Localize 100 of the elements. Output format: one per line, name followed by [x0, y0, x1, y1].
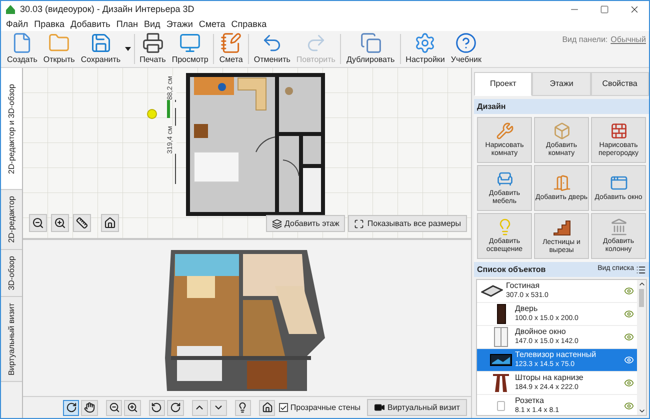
scroll-thumb[interactable]	[639, 289, 644, 307]
eye-icon[interactable]	[624, 401, 634, 411]
rotate-button[interactable]	[63, 400, 80, 416]
window-icon	[494, 327, 508, 347]
zoom-out-button[interactable]	[29, 214, 47, 232]
scrollbar[interactable]	[637, 280, 646, 415]
section-title: Список объектов	[477, 264, 546, 276]
window-icon	[610, 174, 628, 192]
menu-item[interactable]: План	[113, 18, 142, 32]
door-icon	[496, 304, 506, 324]
armchair-icon	[496, 170, 514, 188]
toolbar-button[interactable]: Настройки	[402, 31, 448, 67]
checkbox[interactable]	[279, 403, 288, 412]
panel-view-label: Вид панели:	[562, 34, 608, 46]
toolbar-button[interactable]: Отменить	[250, 31, 294, 67]
open-icon	[48, 32, 70, 54]
preview-icon	[179, 32, 202, 54]
maximize-icon	[600, 5, 608, 14]
panel-tab[interactable]: Свойства	[590, 72, 649, 96]
wrench-icon	[496, 122, 514, 140]
side-tab[interactable]: 2D-редактор	[1, 190, 22, 250]
ruler-icon	[76, 217, 88, 229]
lightbulb-button[interactable]	[234, 400, 251, 416]
toolbar-button[interactable]: Открыть	[40, 31, 78, 67]
rotate-icon	[66, 402, 77, 413]
eye-icon[interactable]	[624, 378, 634, 388]
eye-icon[interactable]	[624, 309, 634, 319]
tv-icon	[490, 354, 512, 366]
menu-item[interactable]: Этажи	[163, 18, 196, 32]
panel-tab[interactable]: Проект	[474, 72, 532, 96]
home-button[interactable]	[258, 400, 276, 416]
scroll-down-icon[interactable]	[638, 407, 646, 415]
zoom-out-icon	[108, 402, 120, 413]
chevron-up-button[interactable]	[192, 400, 208, 416]
menu-item[interactable]: Вид	[141, 18, 164, 32]
menu-item[interactable]: Добавить	[68, 18, 114, 32]
eye-icon[interactable]	[624, 332, 634, 342]
check-icon	[280, 404, 288, 412]
zoom-in-button[interactable]	[124, 400, 141, 416]
scroll-up-icon[interactable]	[638, 280, 646, 288]
close-icon	[628, 4, 640, 15]
menu-item[interactable]: Смета	[196, 18, 228, 32]
virtual-visit-button[interactable]: Виртуальный визит	[366, 399, 467, 416]
chevron-down-button[interactable]	[210, 400, 226, 416]
object-name: Гостиная	[506, 281, 541, 291]
hand-button[interactable]	[81, 400, 98, 416]
checkbox-label: Прозрачные стены	[290, 402, 361, 414]
video-camera-icon	[374, 402, 385, 413]
print-icon	[142, 32, 164, 54]
home-button[interactable]	[101, 214, 119, 232]
expand-icon	[354, 218, 364, 228]
object-name: Шторы на карнизе	[515, 373, 584, 383]
toolbar-button[interactable]: Просмотр	[168, 31, 212, 67]
plan-action-button[interactable]: Показывать все размеры	[348, 215, 467, 232]
rotate-right-button[interactable]	[167, 400, 184, 416]
toolbar-button[interactable]: Печать	[136, 31, 169, 67]
app-logo-icon	[5, 4, 16, 15]
hand-icon	[84, 402, 96, 413]
toolbar-button[interactable]: Создать	[4, 31, 40, 67]
panel-view-link[interactable]: Обычный	[610, 34, 646, 46]
window-title: 30.03 (видеоурок) - Дизайн Интерьера 3D	[20, 2, 194, 16]
object-name: Двойное окно	[515, 327, 567, 337]
zoom-in-icon	[54, 217, 66, 229]
toolbar-button[interactable]: Смета	[216, 31, 246, 67]
object-name: Телевизор настенный	[515, 350, 598, 360]
socket-icon	[497, 401, 505, 411]
box-icon	[552, 122, 570, 140]
zoom-out-button[interactable]	[106, 400, 122, 416]
menu-item[interactable]: Справка	[228, 18, 270, 32]
panel-tab[interactable]: Этажи	[532, 72, 591, 96]
estimate-icon	[220, 32, 242, 54]
section-header: Дизайн	[474, 99, 649, 114]
eye-icon[interactable]	[624, 286, 634, 296]
list-icon	[636, 264, 646, 274]
rotate-left-button[interactable]	[148, 400, 166, 416]
toolbar-button[interactable]: Сохранить	[78, 31, 124, 67]
object-name: Розетка	[515, 396, 545, 406]
help-icon	[455, 32, 478, 54]
ruler-button[interactable]	[73, 214, 91, 232]
lightbulb-icon	[237, 402, 248, 413]
menu-item[interactable]: Правка	[31, 18, 68, 32]
curtains-icon	[492, 373, 510, 393]
zoom-in-button[interactable]	[51, 214, 69, 232]
menu-item[interactable]: Файл	[3, 18, 32, 32]
room-icon	[481, 284, 503, 298]
plan-action-button[interactable]: Добавить этаж	[266, 215, 346, 232]
save-icon	[90, 32, 112, 54]
caret-icon	[124, 47, 131, 51]
side-tab[interactable]: Виртуальный визит	[1, 297, 22, 382]
zoom-in-icon	[127, 402, 138, 413]
side-tab[interactable]: 2D-редактор и 3D-обзор	[1, 68, 22, 190]
duplicate-icon	[360, 32, 382, 54]
layers-icon	[272, 218, 282, 228]
side-tab[interactable]: 3D-обзор	[1, 250, 22, 298]
toolbar-button[interactable]: Учебник	[448, 31, 484, 67]
settings-icon	[414, 32, 436, 54]
door-icon	[552, 174, 570, 192]
toolbar-button[interactable]: Дублировать	[343, 31, 398, 67]
rotate-right-icon	[170, 402, 181, 413]
brick-wall-icon	[610, 122, 628, 140]
